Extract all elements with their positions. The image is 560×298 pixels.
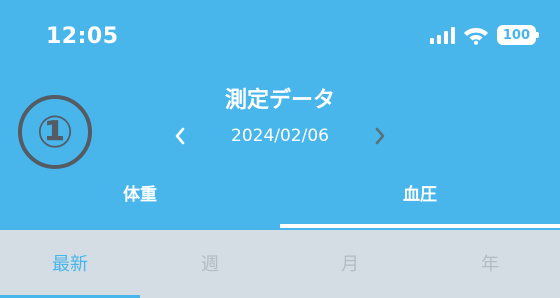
tab-weight[interactable]: 体重 [0, 168, 280, 230]
tab-week[interactable]: 週 [140, 230, 280, 298]
tab-blood-pressure[interactable]: 血圧 [280, 168, 560, 230]
tab-month-label: 月 [341, 254, 359, 275]
tab-latest-label: 最新 [52, 254, 88, 275]
tab-month[interactable]: 月 [280, 230, 420, 298]
next-date-button[interactable] [368, 124, 392, 148]
main-tab-bar: 体重 血圧 [0, 168, 560, 230]
chevron-right-icon [375, 127, 385, 145]
tab-weight-label: 体重 [123, 185, 157, 205]
status-icons: 100 [429, 25, 540, 45]
tab-year[interactable]: 年 [420, 230, 560, 298]
wifi-icon [463, 28, 488, 45]
previous-date-button[interactable] [168, 124, 192, 148]
status-time: 12:05 [46, 24, 119, 49]
page-title: 測定データ [224, 88, 335, 113]
app-header: 12:05 100 ① 測定データ 2024/02/06 体重 血圧 [0, 0, 560, 230]
date-navigator: 2024/02/06 [0, 124, 560, 148]
battery-icon: 100 [496, 25, 540, 45]
period-tab-bar: 最新 週 月 年 [0, 230, 560, 298]
tab-latest[interactable]: 最新 [0, 230, 140, 298]
signal-bars-icon [429, 26, 455, 44]
tab-week-label: 週 [201, 254, 219, 275]
tab-blood-pressure-label: 血圧 [403, 185, 437, 205]
chevron-left-icon [175, 127, 185, 145]
tab-year-label: 年 [481, 254, 499, 275]
current-date: 2024/02/06 [231, 126, 329, 146]
